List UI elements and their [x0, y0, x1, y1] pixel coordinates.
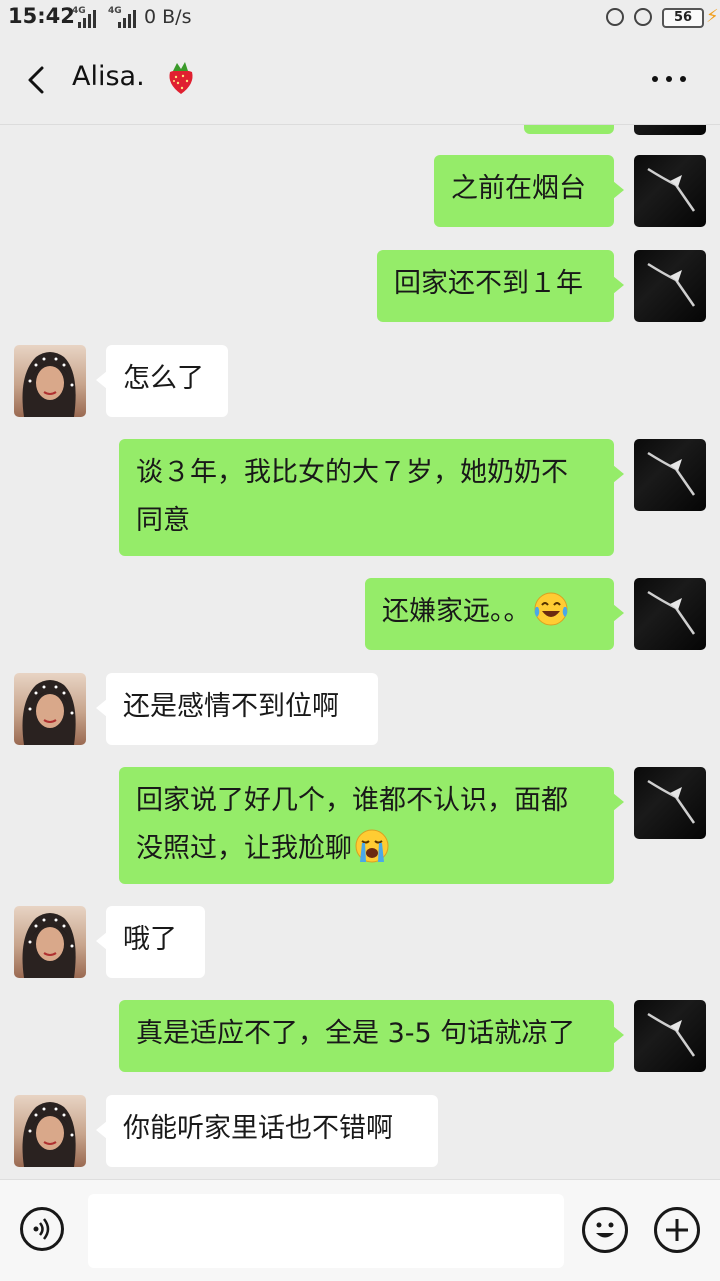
status-bar: 15:42 4G 4G 0 B/s 56 ⚡	[0, 0, 720, 36]
partial-bubble	[524, 125, 614, 134]
contact-avatar[interactable]	[14, 1095, 86, 1167]
signal-label: 4G	[108, 6, 122, 16]
message-text: 怎么了	[123, 363, 204, 394]
status-time: 15:42	[8, 4, 75, 28]
loudly-crying-emoji-icon	[355, 829, 389, 863]
signal-label: 4G	[72, 6, 86, 16]
signal-icon: 4G	[72, 6, 98, 28]
message-input[interactable]	[88, 1194, 564, 1268]
message-text: 还嫌家远。。	[382, 596, 531, 627]
emoji-button[interactable]	[582, 1207, 628, 1253]
message-bubble-received[interactable]: 还是感情不到位啊	[96, 673, 378, 745]
message-bubble-sent[interactable]: 之前在烟台	[434, 155, 624, 227]
message-text: 同意	[136, 505, 190, 536]
battery-icon: 56	[662, 8, 704, 28]
voice-icon	[33, 1218, 50, 1240]
signal-icon: 4G	[108, 6, 138, 28]
my-avatar[interactable]	[634, 578, 706, 650]
my-avatar[interactable]	[634, 250, 706, 322]
my-avatar[interactable]	[634, 439, 706, 511]
strawberry-icon	[169, 62, 193, 94]
message-bubble-sent[interactable]: 谈３年，我比女的大７岁，她奶奶不 同意	[119, 439, 624, 556]
voice-button[interactable]	[20, 1207, 64, 1251]
more-icon[interactable]	[652, 76, 688, 84]
message-bubble-received[interactable]: 怎么了	[96, 345, 228, 417]
contact-avatar[interactable]	[14, 673, 86, 745]
message-text: 哦了	[123, 924, 177, 955]
contact-avatar[interactable]	[14, 345, 86, 417]
message-text: 谈３年，我比女的大７岁，她奶奶不	[136, 457, 568, 488]
chat-header: Alisa.	[0, 36, 720, 125]
contact-avatar[interactable]	[14, 906, 86, 978]
input-bar	[0, 1179, 720, 1281]
message-bubble-received[interactable]: 哦了	[96, 906, 205, 978]
message-text: 还是感情不到位啊	[123, 691, 339, 722]
message-bubble-sent[interactable]: 真是适应不了，全是 3-5 句话就凉了	[119, 1000, 624, 1072]
charging-icon: ⚡	[706, 6, 719, 27]
chat-title: Alisa.	[72, 61, 145, 92]
my-avatar[interactable]	[634, 155, 706, 227]
plus-icon	[666, 1219, 688, 1241]
message-bubble-sent[interactable]: 回家还不到１年	[377, 250, 624, 322]
message-text: 之前在烟台	[451, 173, 586, 204]
tears-of-joy-emoji-icon	[534, 592, 567, 626]
message-bubble-sent[interactable]: 回家说了好几个，谁都不认识，面都 没照过，让我尬聊	[119, 767, 624, 884]
message-bubble-received[interactable]: 你能听家里话也不错啊	[96, 1095, 438, 1167]
my-avatar[interactable]	[634, 767, 706, 839]
message-text: 你能听家里话也不错啊	[123, 1113, 393, 1144]
chat-area[interactable]: 之前在烟台 回家还不到１年 怎么了 谈３年，我比女的大７岁，她奶奶不 同意 还嫌…	[0, 125, 720, 1178]
network-speed: 0 B/s	[144, 6, 192, 28]
message-text: 真是适应不了，全是 3-5 句话就凉了	[136, 1018, 576, 1049]
my-avatar[interactable]	[634, 1000, 706, 1072]
message-text: 回家还不到１年	[394, 268, 583, 299]
message-bubble-sent[interactable]: 还嫌家远。。	[365, 578, 624, 650]
alarm-icon	[634, 8, 652, 26]
message-text: 没照过，让我尬聊	[136, 833, 352, 864]
my-avatar[interactable]	[634, 125, 706, 135]
back-icon[interactable]	[24, 64, 52, 96]
smiley-icon	[596, 1222, 614, 1238]
message-text: 回家说了好几个，谁都不认识，面都	[136, 785, 568, 816]
lock-rotation-icon	[606, 8, 624, 26]
plus-button[interactable]	[654, 1207, 700, 1253]
